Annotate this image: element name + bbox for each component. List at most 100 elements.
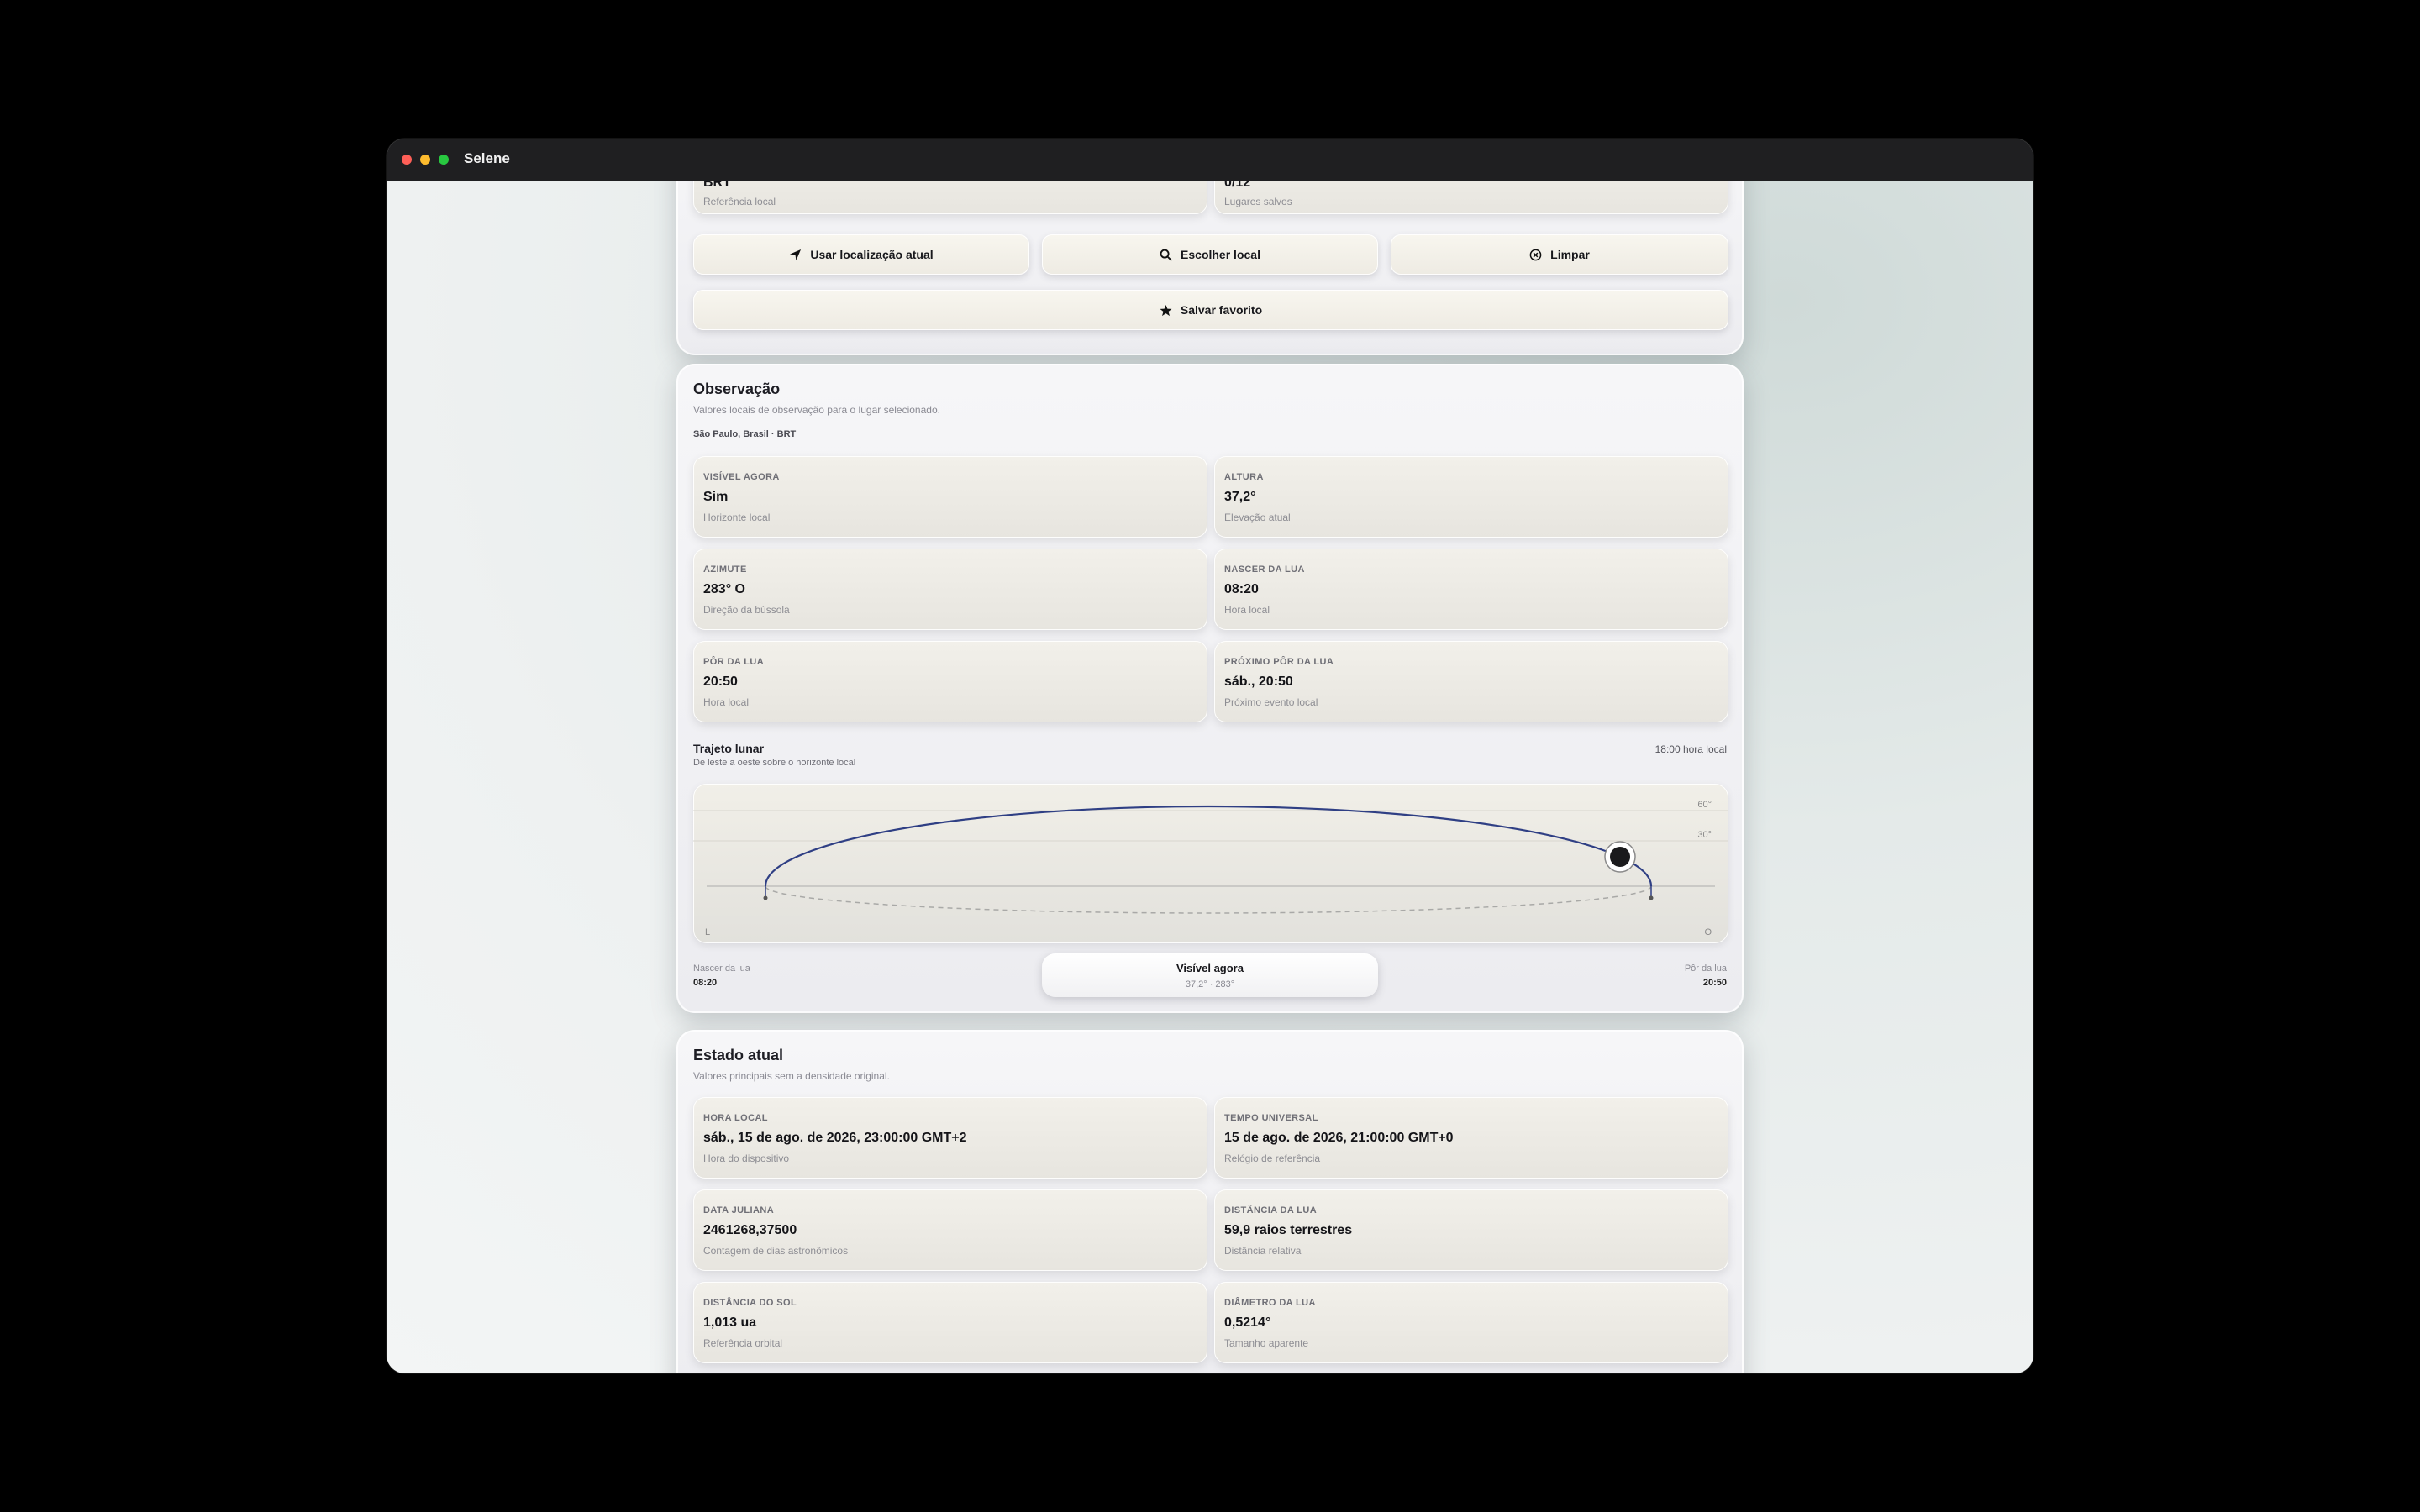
card-note: Contagem de dias astronômicos <box>703 1245 849 1257</box>
card-value: 15 de ago. de 2026, 21:00:00 GMT+0 <box>1224 1131 1454 1145</box>
save-favorite-label: Salvar favorito <box>1180 303 1263 317</box>
card-value: 08:20 <box>1224 582 1259 596</box>
minimize-window-button[interactable] <box>420 155 430 165</box>
app-window: Selene BRT Referência local 0/12 Lugares… <box>387 139 2033 1373</box>
card-note: Hora do dispositivo <box>703 1152 790 1164</box>
card-label: TEMPO UNIVERSAL <box>1224 1113 1318 1123</box>
card-label: NASCER DA LUA <box>1224 564 1305 575</box>
star-icon <box>1160 304 1172 316</box>
lunar-path-time: 18:00 hora local <box>1655 743 1727 755</box>
moonset-dot <box>1649 895 1654 900</box>
card-value: 2461268,37500 <box>703 1223 797 1237</box>
card-value: 1,013 ua <box>703 1315 757 1330</box>
card-label: PÔR DA LUA <box>703 657 765 667</box>
card-value: sáb., 15 de ago. de 2026, 23:00:00 GMT+2 <box>703 1131 967 1145</box>
local-time-card: HORA LOCAL sáb., 15 de ago. de 2026, 23:… <box>693 1097 1207 1179</box>
use-current-location-label: Usar localização atual <box>810 248 934 261</box>
card-label: PRÓXIMO PÔR DA LUA <box>1224 657 1334 667</box>
moon-distance-card: DISTÂNCIA DA LUA 59,9 raios terrestres D… <box>1214 1189 1728 1271</box>
card-label: DIÂMETRO DA LUA <box>1224 1298 1316 1308</box>
observation-panel: Observação Valores locais de observação … <box>676 364 1744 1013</box>
current-state-title: Estado atual <box>693 1047 784 1063</box>
moonrise-label: Nascer da lua <box>693 963 750 974</box>
west-label: O <box>1704 927 1712 937</box>
title-bar: Selene <box>387 139 2033 181</box>
close-window-button[interactable] <box>402 155 412 165</box>
lunar-path-title: Trajeto lunar <box>693 742 765 755</box>
search-icon <box>1160 249 1172 261</box>
scroll-content[interactable]: BRT Referência local 0/12 Lugares salvos… <box>387 181 2033 1373</box>
current-state-subtitle: Valores principais sem a densidade origi… <box>693 1070 890 1082</box>
card-label: DISTÂNCIA DA LUA <box>1224 1205 1318 1215</box>
moonrise-card: NASCER DA LUA 08:20 Hora local <box>1214 549 1728 630</box>
moon-position-marker <box>1610 847 1630 867</box>
above-horizon-path <box>764 805 1653 887</box>
card-value: 59,9 raios terrestres <box>1224 1223 1353 1237</box>
card-value: sáb., 20:50 <box>1224 675 1293 689</box>
card-note: Próximo evento local <box>1224 696 1318 708</box>
selected-place: São Paulo, Brasil · BRT <box>693 429 797 439</box>
card-note: Direção da bússola <box>703 604 790 616</box>
card-note: Tamanho aparente <box>1224 1337 1309 1349</box>
clear-button[interactable]: Limpar <box>1391 234 1728 275</box>
use-current-location-button[interactable]: Usar localização atual <box>693 234 1029 275</box>
below-horizon-path <box>765 885 1652 914</box>
moonrise-time: 08:20 <box>693 978 718 988</box>
card-label: ALTURA <box>1224 472 1264 482</box>
julian-date-card: DATA JULIANA 2461268,37500 Contagem de d… <box>693 1189 1207 1271</box>
universal-time-card: TEMPO UNIVERSAL 15 de ago. de 2026, 21:0… <box>1214 1097 1728 1179</box>
saved-places-card: 0/12 Lugares salvos <box>1214 181 1728 214</box>
card-value: 0,5214° <box>1224 1315 1271 1330</box>
clear-label: Limpar <box>1550 248 1590 261</box>
visibility-status-detail: 37,2° · 283° <box>1185 979 1235 990</box>
moonrise-dot <box>763 895 768 900</box>
sun-distance-card: DISTÂNCIA DO SOL 1,013 ua Referência orb… <box>693 1282 1207 1363</box>
card-note: Distância relativa <box>1224 1245 1302 1257</box>
card-label: DISTÂNCIA DO SOL <box>703 1298 797 1308</box>
timezone-card: BRT Referência local <box>693 181 1207 214</box>
zoom-window-button[interactable] <box>439 155 449 165</box>
current-state-panel: Estado atual Valores principais sem a de… <box>676 1030 1744 1373</box>
location-panel: BRT Referência local 0/12 Lugares salvos… <box>676 181 1744 355</box>
choose-place-label: Escolher local <box>1181 248 1260 261</box>
altitude-card: ALTURA 37,2° Elevação atual <box>1214 456 1728 538</box>
card-label: DATA JULIANA <box>703 1205 775 1215</box>
timezone-value: BRT <box>703 181 731 190</box>
clear-circle-icon <box>1529 249 1542 260</box>
window-title: Selene <box>464 150 510 166</box>
visibility-status-title: Visível agora <box>1176 962 1244 974</box>
card-note: Horizonte local <box>703 512 771 523</box>
card-label: VISÍVEL AGORA <box>703 472 780 482</box>
card-note: Elevação atual <box>1224 512 1291 523</box>
card-value: 20:50 <box>703 675 738 689</box>
card-note: Referência orbital <box>703 1337 783 1349</box>
tick-60-label: 60° <box>1697 800 1712 810</box>
lunar-path-subtitle: De leste a oeste sobre o horizonte local <box>693 758 856 768</box>
saved-places-value: 0/12 <box>1224 181 1251 190</box>
moonset-card: PÔR DA LUA 20:50 Hora local <box>693 641 1207 722</box>
card-value: Sim <box>703 490 729 504</box>
card-note: Hora local <box>1224 604 1270 616</box>
next-moonset-card: PRÓXIMO PÔR DA LUA sáb., 20:50 Próximo e… <box>1214 641 1728 722</box>
observation-subtitle: Valores locais de observação para o luga… <box>693 404 940 416</box>
observation-title: Observação <box>693 381 781 397</box>
lunar-path-chart: 60° 30° L O <box>693 784 1728 943</box>
moon-diameter-card: DIÂMETRO DA LUA 0,5214° Tamanho aparente <box>1214 1282 1728 1363</box>
moonset-label: Pôr da lua <box>1684 963 1727 974</box>
lunar-path-svg: 60° 30° L O <box>693 800 1728 937</box>
visibility-status-pill: Visível agora 37,2° · 283° <box>1042 953 1378 997</box>
visible-now-card: VISÍVEL AGORA Sim Horizonte local <box>693 456 1207 538</box>
card-label: AZIMUTE <box>703 564 747 575</box>
card-value: 37,2° <box>1224 490 1256 504</box>
saved-places-note: Lugares salvos <box>1224 196 1292 207</box>
card-label: HORA LOCAL <box>703 1113 768 1123</box>
save-favorite-button[interactable]: Salvar favorito <box>693 290 1728 330</box>
card-note: Hora local <box>703 696 750 708</box>
east-label: L <box>705 927 710 937</box>
card-note: Relógio de referência <box>1224 1152 1321 1164</box>
location-arrow-icon <box>790 249 802 260</box>
choose-place-button[interactable]: Escolher local <box>1042 234 1378 275</box>
tick-30-label: 30° <box>1697 830 1712 840</box>
timezone-note: Referência local <box>703 196 776 207</box>
card-value: 283° O <box>703 582 745 596</box>
